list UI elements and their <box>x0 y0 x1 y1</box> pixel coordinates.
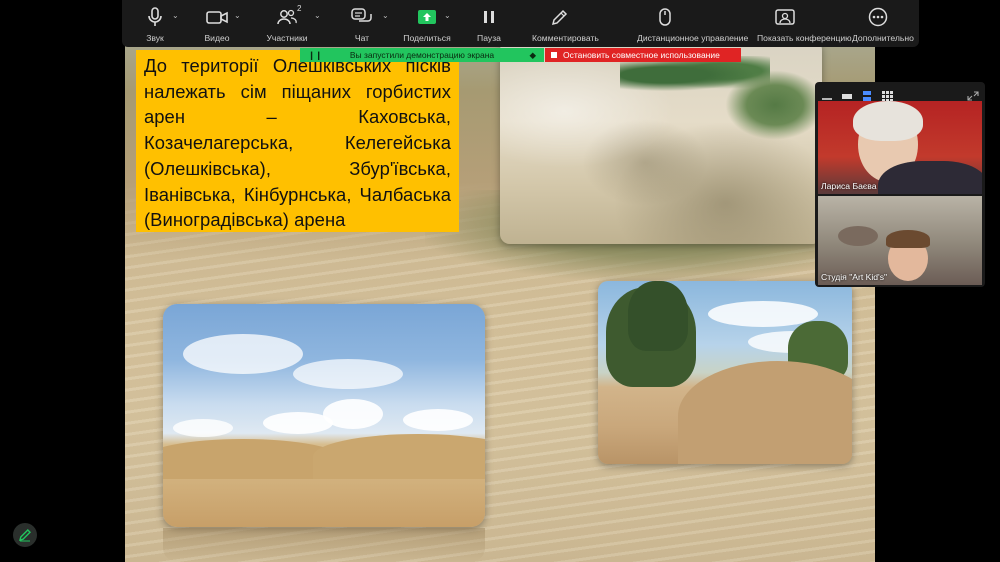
video-options-chevron-icon[interactable]: ⌄ <box>234 11 241 20</box>
participant-video-tile[interactable]: Лариса Баєва <box>818 101 982 194</box>
video-button[interactable]: Видео <box>202 0 232 47</box>
audio-label: Звук <box>146 33 164 43</box>
cloud <box>173 419 233 437</box>
cloud <box>263 412 333 434</box>
chat-button[interactable]: Чат <box>347 0 377 47</box>
participant-hair <box>853 101 923 141</box>
participants-options-chevron-icon[interactable]: ⌄ <box>314 11 321 20</box>
grid-view-icon[interactable] <box>881 88 893 101</box>
participant-body <box>878 161 982 194</box>
stacked-view-icon[interactable] <box>861 88 873 101</box>
shield-icon: ◆ <box>529 50 536 60</box>
share-screen-icon <box>412 7 442 27</box>
remote-control-button[interactable]: Дистанционное управление <box>637 0 748 47</box>
more-label: Дополнительно <box>852 33 914 43</box>
background-children <box>838 226 878 246</box>
show-conference-button[interactable]: Показать конференцию <box>757 0 852 47</box>
annotate-fab-button[interactable] <box>13 523 37 547</box>
aerial-trees-2 <box>725 70 822 140</box>
audio-button[interactable]: Звук <box>140 0 170 47</box>
participant-name: Студія "Art Kid's" <box>821 272 888 282</box>
audio-options-chevron-icon[interactable]: ⌄ <box>172 11 179 20</box>
mouse-icon <box>647 7 682 27</box>
stop-share-button[interactable]: Остановить совместное использование <box>545 48 741 62</box>
microphone-icon <box>140 7 170 27</box>
chat-icon <box>347 7 377 27</box>
participant-name: Лариса Баєва <box>821 181 877 191</box>
remote-control-label: Дистанционное управление <box>637 33 749 43</box>
video-label: Видео <box>204 33 230 43</box>
pine-dunes-photo <box>598 281 852 464</box>
participant-video-tile[interactable]: Студія "Art Kid's" <box>818 196 982 285</box>
cloud <box>293 359 403 389</box>
share-label: Поделиться <box>403 33 451 43</box>
screen-sharing-banner: ❙❙ Вы запустили демонстрацию экрана ◆ <box>300 48 544 62</box>
pencil-icon <box>19 529 31 542</box>
slide-text-box: До території Олешківських пісків належат… <box>136 50 459 232</box>
annotate-button[interactable]: Комментировать <box>532 0 599 47</box>
dune <box>313 434 485 479</box>
more-icon <box>862 7 894 27</box>
chat-label: Чат <box>354 33 370 43</box>
more-button[interactable]: Дополнительно <box>852 0 914 47</box>
share-button[interactable]: Поделиться <box>403 0 451 47</box>
participant-hair <box>886 230 930 248</box>
show-video-panel-icon <box>767 7 802 27</box>
chat-options-chevron-icon[interactable]: ⌄ <box>382 11 389 20</box>
single-view-icon[interactable] <box>841 88 853 99</box>
pencil-icon <box>542 7 577 27</box>
pause-button[interactable]: Пауза <box>474 0 504 47</box>
shared-screen-slide: До території Олешківських пісків належат… <box>125 0 875 562</box>
stop-share-label: Остановить совместное использование <box>563 50 720 60</box>
participants-video-panel: Лариса Баєва Студія "Art Kid's" <box>815 82 985 287</box>
photo-reflection <box>163 528 485 562</box>
grip-icon: ❙❙ <box>308 50 323 60</box>
meeting-toolbar: Звук ⌄ Видео ⌄ Участники 2 ⌄ Чат ⌄ Подел… <box>122 0 919 47</box>
cloud <box>403 409 473 431</box>
pause-label: Пауза <box>477 33 501 43</box>
expand-icon[interactable] <box>967 88 979 101</box>
participants-count: 2 <box>297 4 302 13</box>
dunes-sky-photo <box>163 304 485 527</box>
cloud <box>183 334 303 374</box>
camera-icon <box>202 7 232 27</box>
stop-square-icon <box>551 52 557 58</box>
show-conference-label: Показать конференцию <box>757 33 852 43</box>
aerial-dunes-photo <box>500 40 822 244</box>
minimize-icon[interactable] <box>821 88 833 100</box>
pause-icon <box>474 7 504 27</box>
share-options-chevron-icon[interactable]: ⌄ <box>444 11 451 20</box>
sharing-banner-text: Вы запустили демонстрацию экрана <box>349 50 495 60</box>
participants-label: Участники <box>266 33 308 43</box>
dune <box>678 361 852 464</box>
annotate-label: Комментировать <box>532 33 599 43</box>
pine-tree <box>628 281 688 351</box>
